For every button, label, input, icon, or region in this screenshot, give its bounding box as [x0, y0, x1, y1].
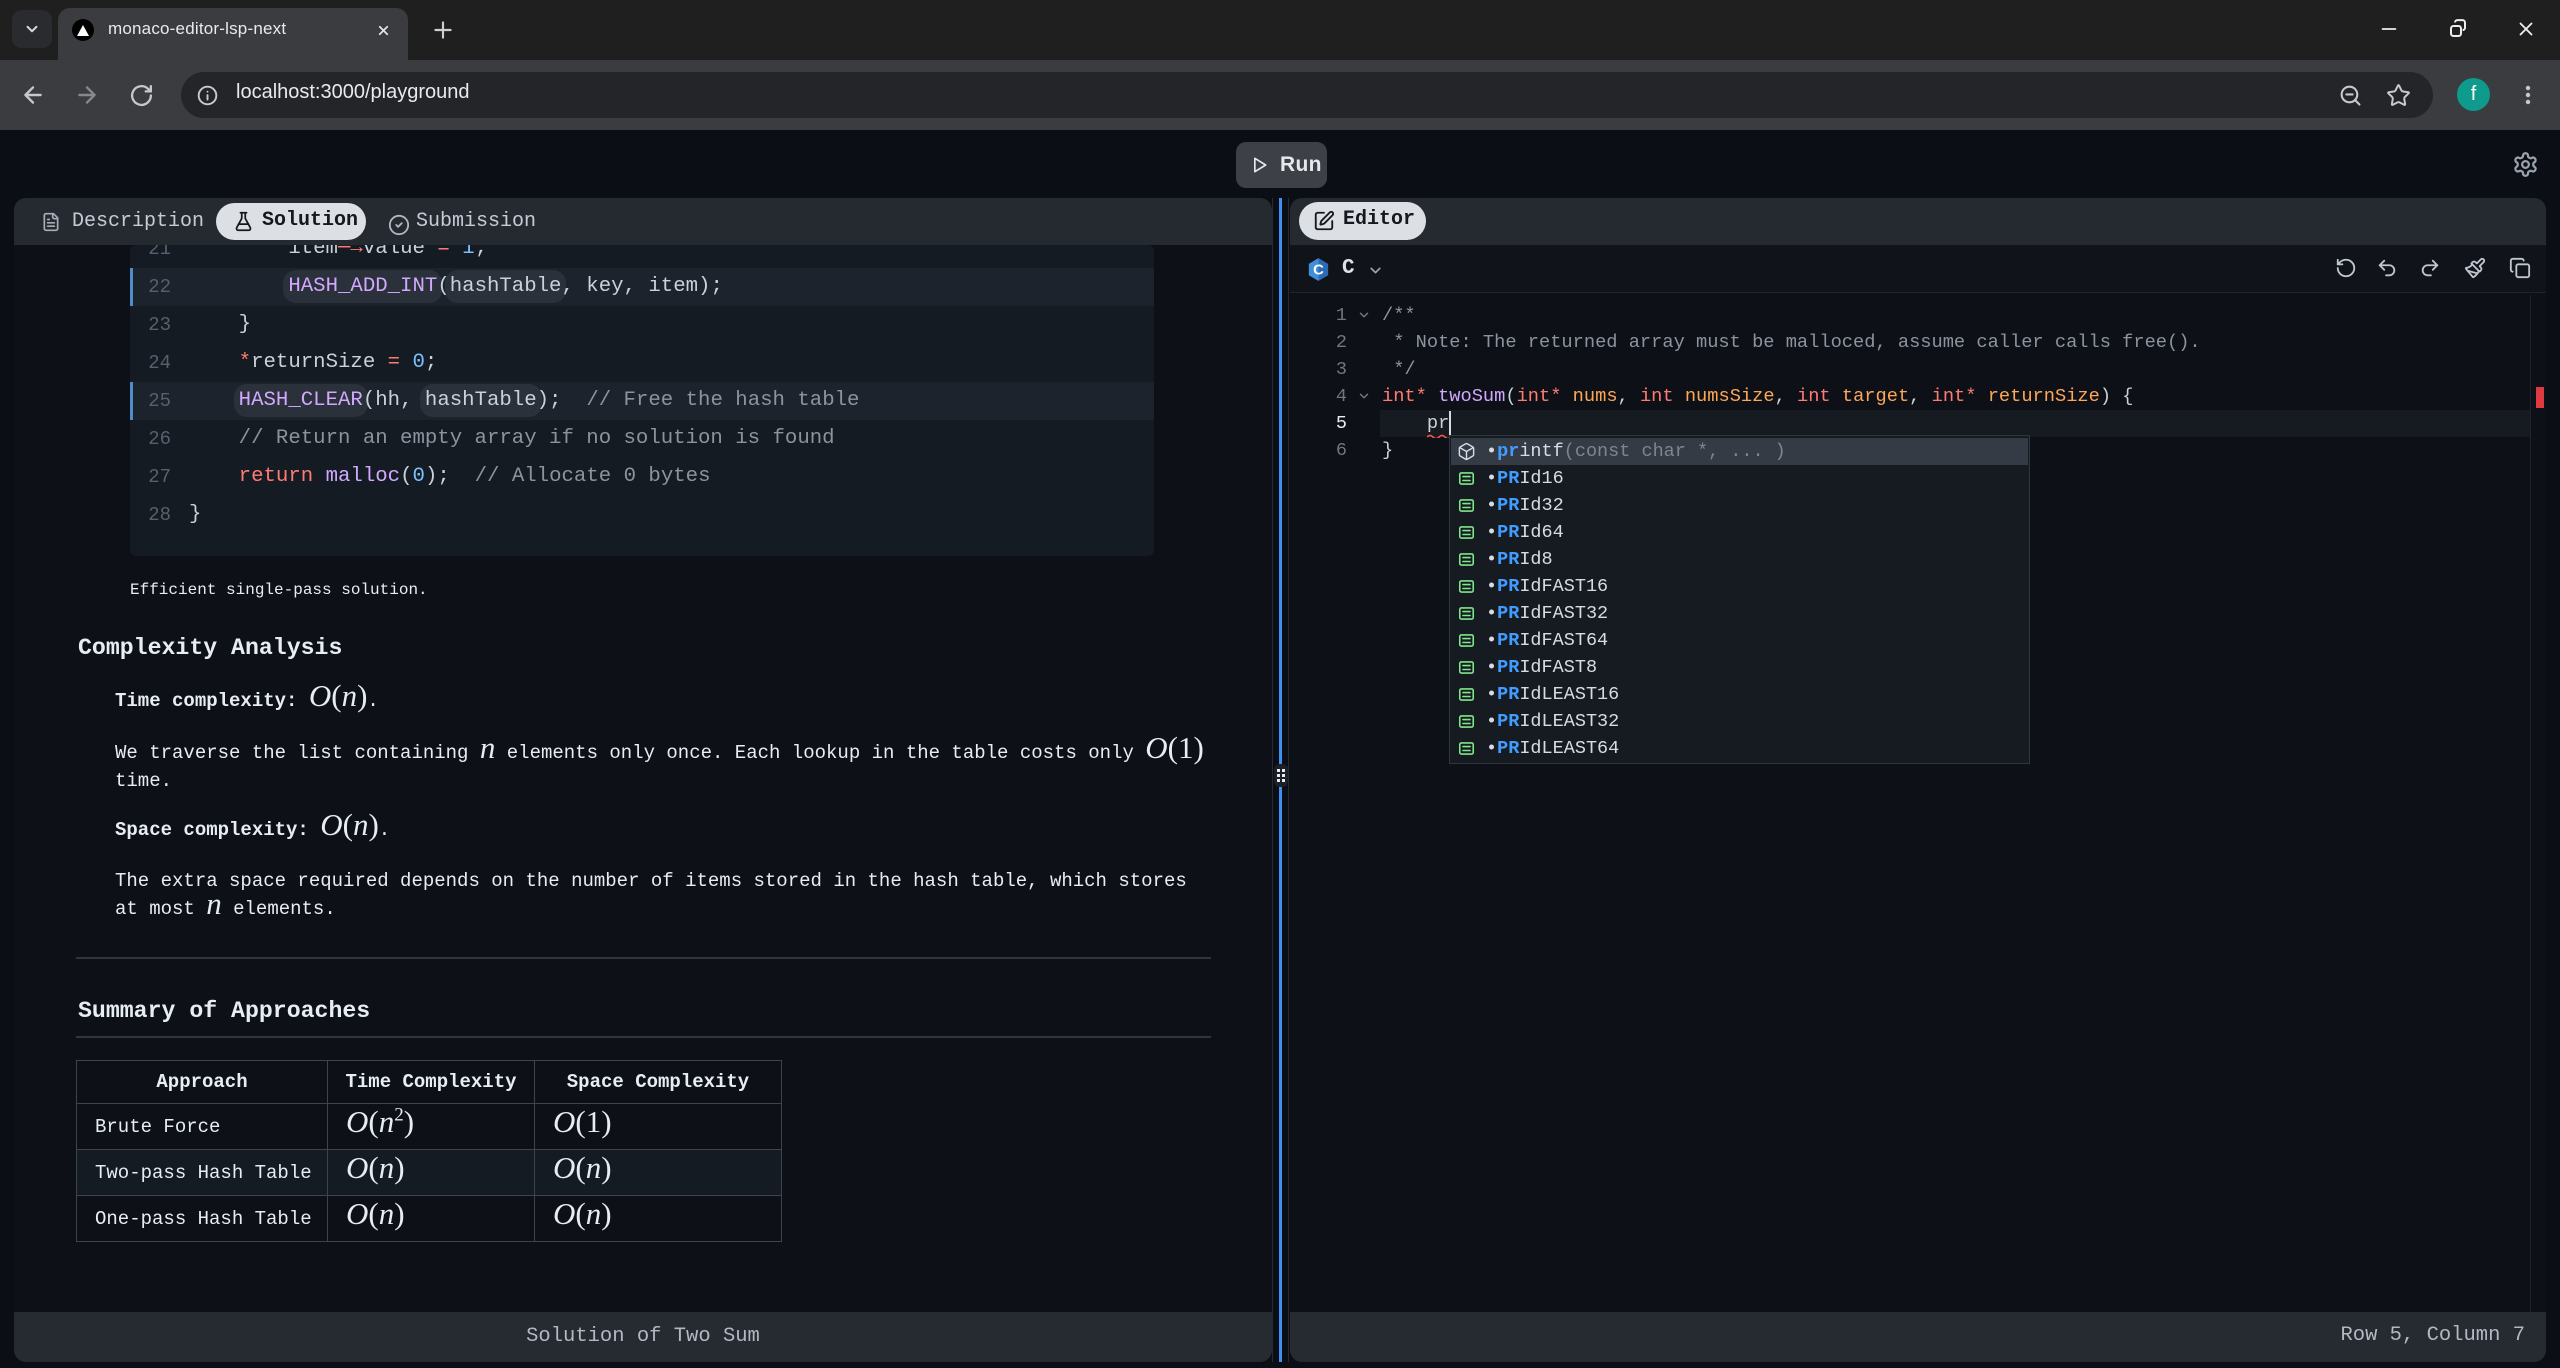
svg-text:C: C — [1313, 262, 1324, 278]
